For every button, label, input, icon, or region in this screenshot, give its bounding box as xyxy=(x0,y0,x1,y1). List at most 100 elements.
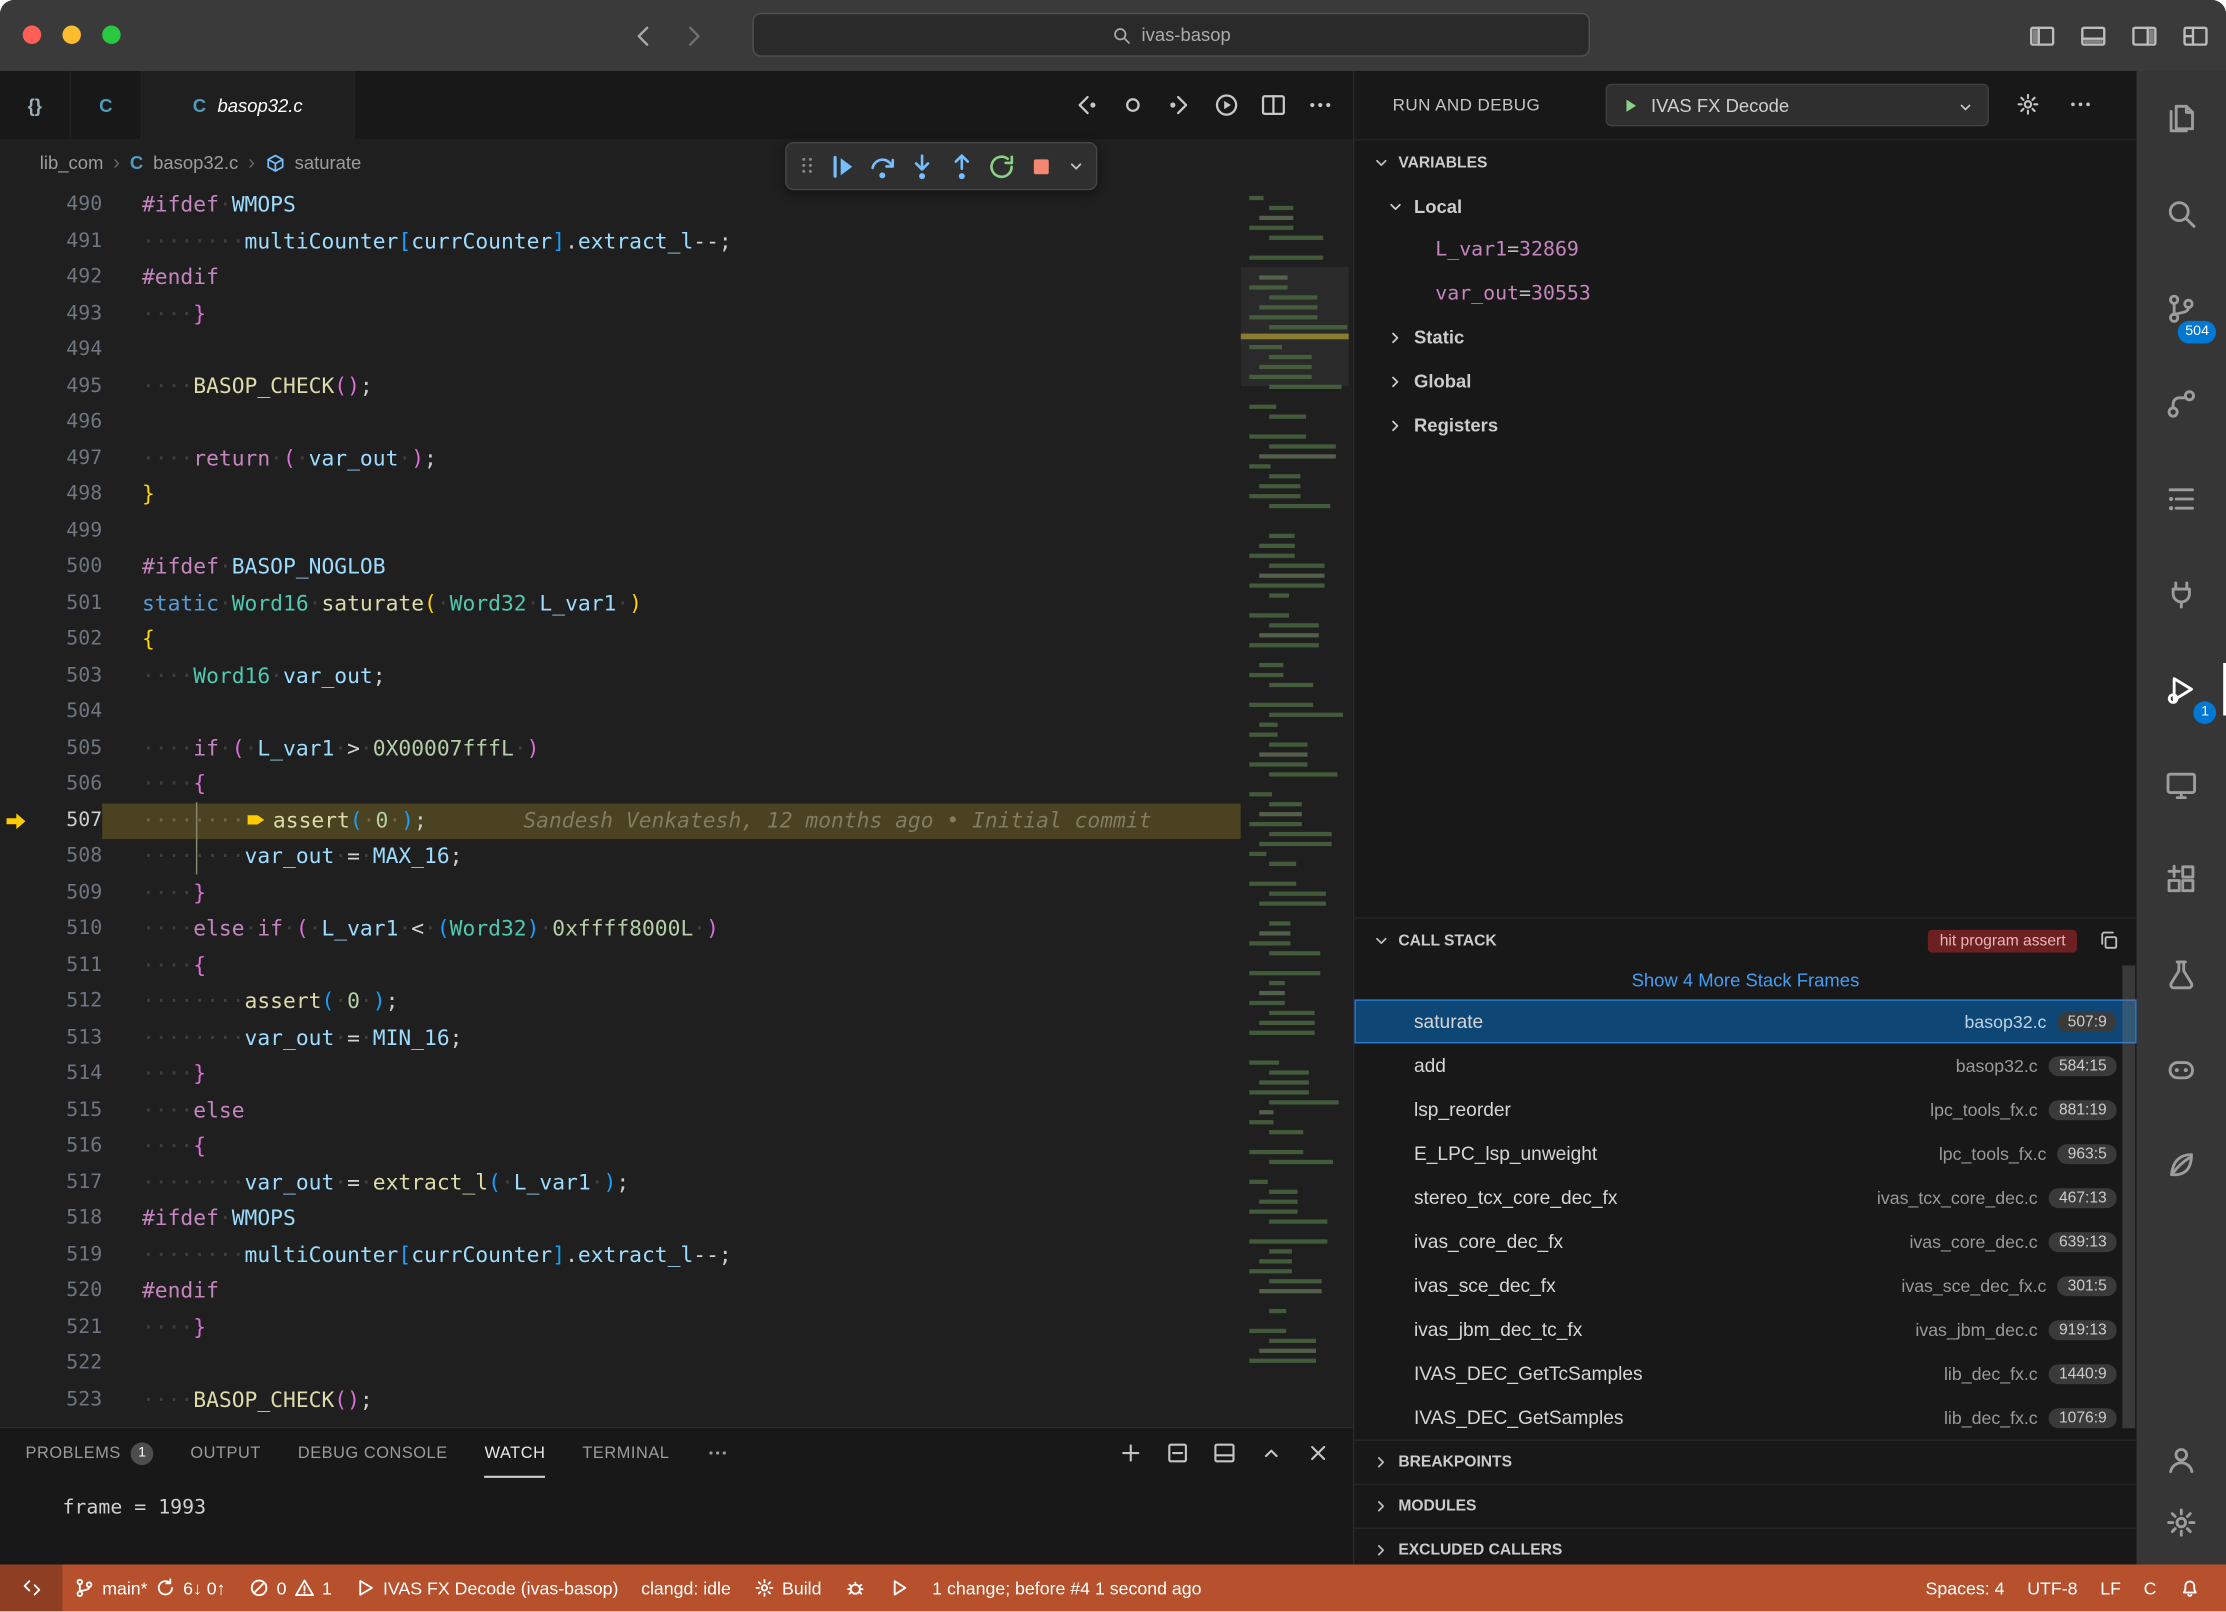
activity-run-debug[interactable]: 1 xyxy=(2137,642,2226,737)
code-line[interactable]: 519········multiCounter[currCounter].ext… xyxy=(0,1237,1241,1273)
gutter-glyph[interactable] xyxy=(0,1020,37,1056)
maximize-window-button[interactable] xyxy=(102,26,120,44)
stack-frame[interactable]: IVAS_DEC_GetTcSampleslib_dec_fx.c1440:9 xyxy=(1354,1352,2136,1396)
step-out-icon[interactable] xyxy=(947,151,977,181)
code-line[interactable]: 517········var_out·=·extract_l(·L_var1·)… xyxy=(0,1165,1241,1201)
code-line[interactable]: 513········var_out·=·MIN_16; xyxy=(0,1020,1241,1056)
code-line[interactable]: 490#ifdef·WMOPS xyxy=(0,187,1241,223)
tab-watch[interactable]: WATCH xyxy=(485,1428,546,1478)
gutter-glyph[interactable] xyxy=(0,477,37,513)
tab-basop32[interactable]: C basop32.c xyxy=(142,71,355,139)
toggle-panel-icon[interactable] xyxy=(2080,22,2107,49)
modules-header[interactable]: MODULES xyxy=(1354,1484,2136,1528)
step-into-icon[interactable] xyxy=(907,151,937,181)
breadcrumb-file[interactable]: basop32.c xyxy=(153,151,238,172)
maximize-panel-icon[interactable] xyxy=(1259,1440,1283,1466)
gutter-glyph[interactable] xyxy=(0,984,37,1020)
gutter-glyph[interactable] xyxy=(0,1129,37,1165)
code-line[interactable]: 523····BASOP_CHECK(); xyxy=(0,1382,1241,1418)
more-tabs-icon[interactable] xyxy=(706,1428,727,1478)
activity-remote-tunnel[interactable] xyxy=(2137,547,2226,642)
stop-icon[interactable] xyxy=(1026,151,1056,181)
variables-group-local[interactable]: Local xyxy=(1354,185,2136,229)
gutter-glyph[interactable] xyxy=(0,1165,37,1201)
code-line[interactable]: 508········var_out·=·MAX_16; xyxy=(0,839,1241,875)
code-line[interactable]: 492#endif xyxy=(0,260,1241,296)
notifications-button[interactable] xyxy=(2168,1577,2212,1598)
code-line[interactable]: 504 xyxy=(0,694,1241,730)
gutter-glyph[interactable] xyxy=(0,875,37,911)
forward-icon[interactable] xyxy=(680,22,707,49)
code-line[interactable]: 491········multiCounter[currCounter].ext… xyxy=(0,224,1241,260)
code-line[interactable]: 495····BASOP_CHECK(); xyxy=(0,368,1241,404)
gutter-glyph[interactable] xyxy=(0,1310,37,1346)
code-line[interactable]: 509····} xyxy=(0,875,1241,911)
debug-status[interactable]: IVAS FX Decode (ivas-basop) xyxy=(343,1564,630,1611)
code-line[interactable]: 493····} xyxy=(0,296,1241,332)
code-line[interactable]: 521····} xyxy=(0,1310,1241,1346)
gutter-glyph[interactable] xyxy=(0,1273,37,1309)
activity-outline[interactable] xyxy=(2137,451,2226,546)
activity-copilot[interactable] xyxy=(2137,1022,2226,1117)
gutter-glyph[interactable] xyxy=(0,405,37,441)
gutter-glyph[interactable] xyxy=(0,549,37,585)
stack-frame[interactable]: stereo_tcx_core_dec_fxivas_tcx_core_dec.… xyxy=(1354,1175,2136,1219)
breadcrumb-symbol[interactable]: saturate xyxy=(295,151,362,172)
gutter-glyph[interactable] xyxy=(0,767,37,803)
variable-item[interactable]: var_out = 30553 xyxy=(1354,271,2136,315)
more-actions-icon[interactable] xyxy=(1307,92,1333,118)
toggle-sidebar-icon[interactable] xyxy=(2029,22,2056,49)
stack-frame[interactable]: saturatebasop32.c507:9 xyxy=(1354,999,2136,1043)
customize-layout-icon[interactable] xyxy=(2182,22,2209,49)
code-line[interactable]: 503····Word16·var_out; xyxy=(0,658,1241,694)
stack-frame[interactable]: ivas_sce_dec_fxivas_sce_dec_fx.c301:5 xyxy=(1354,1263,2136,1307)
gutter-glyph[interactable] xyxy=(0,260,37,296)
bug-button[interactable] xyxy=(833,1564,877,1611)
close-window-button[interactable] xyxy=(23,26,41,44)
eol-status[interactable]: LF xyxy=(2089,1578,2132,1598)
tab-output[interactable]: OUTPUT xyxy=(190,1428,261,1478)
code-line[interactable]: 507········assert(·0·);Sandesh Venkatesh… xyxy=(0,803,1241,839)
continue-icon[interactable] xyxy=(828,151,858,181)
tab-terminal[interactable]: TERMINAL xyxy=(582,1428,669,1478)
code-line[interactable]: 511····{ xyxy=(0,948,1241,984)
activity-search[interactable] xyxy=(2137,166,2226,261)
gutter-glyph[interactable] xyxy=(0,948,37,984)
code-line[interactable]: 505····if·(·L_var1·>·0X00007fffL·) xyxy=(0,730,1241,766)
gutter-glyph[interactable] xyxy=(0,1056,37,1092)
run-task-button[interactable] xyxy=(877,1564,921,1611)
activity-gitlens[interactable] xyxy=(2137,1117,2226,1212)
activity-extensions[interactable] xyxy=(2137,832,2226,927)
code-line[interactable]: 501static·Word16·saturate(·Word32·L_var1… xyxy=(0,586,1241,622)
run-file-icon[interactable] xyxy=(1214,92,1240,118)
gutter-glyph[interactable] xyxy=(0,1092,37,1128)
code-editor[interactable]: 490#ifdef·WMOPS491········multiCounter[c… xyxy=(0,185,1353,1427)
code-line[interactable]: 496 xyxy=(0,405,1241,441)
previous-change-icon[interactable] xyxy=(1073,92,1099,118)
variables-group-global[interactable]: Global xyxy=(1354,359,2136,403)
activity-remote-explorer[interactable] xyxy=(2137,737,2226,832)
excluded-callers-header[interactable]: EXCLUDED CALLERS xyxy=(1354,1528,2136,1565)
toggle-secondary-sidebar-icon[interactable] xyxy=(2131,22,2158,49)
minimize-window-button[interactable] xyxy=(62,26,80,44)
gutter-glyph[interactable] xyxy=(0,441,37,477)
stack-frame[interactable]: ivas_core_dec_fxivas_core_dec.c639:13 xyxy=(1354,1219,2136,1263)
sidebar-scrollbar[interactable] xyxy=(2122,965,2135,1428)
code-line[interactable]: 499 xyxy=(0,513,1241,549)
code-line[interactable]: 498} xyxy=(0,477,1241,513)
activity-graph[interactable] xyxy=(2137,356,2226,451)
breadcrumb-folder[interactable]: lib_com xyxy=(40,151,104,172)
gutter-glyph[interactable] xyxy=(0,1201,37,1237)
drag-gripper-icon[interactable] xyxy=(796,153,817,179)
watch-expression[interactable]: frame = 1993 xyxy=(62,1496,206,1519)
back-icon[interactable] xyxy=(630,22,657,49)
gutter-glyph[interactable] xyxy=(0,224,37,260)
copy-call-stack-icon[interactable] xyxy=(2098,930,2119,951)
gutter-glyph[interactable] xyxy=(0,513,37,549)
gutter-glyph[interactable] xyxy=(0,694,37,730)
code-line[interactable]: 520#endif xyxy=(0,1273,1241,1309)
language-status[interactable]: C xyxy=(2132,1578,2168,1598)
restart-icon[interactable] xyxy=(987,151,1017,181)
code-line[interactable]: 514····} xyxy=(0,1056,1241,1092)
gutter-glyph[interactable] xyxy=(0,1346,37,1382)
